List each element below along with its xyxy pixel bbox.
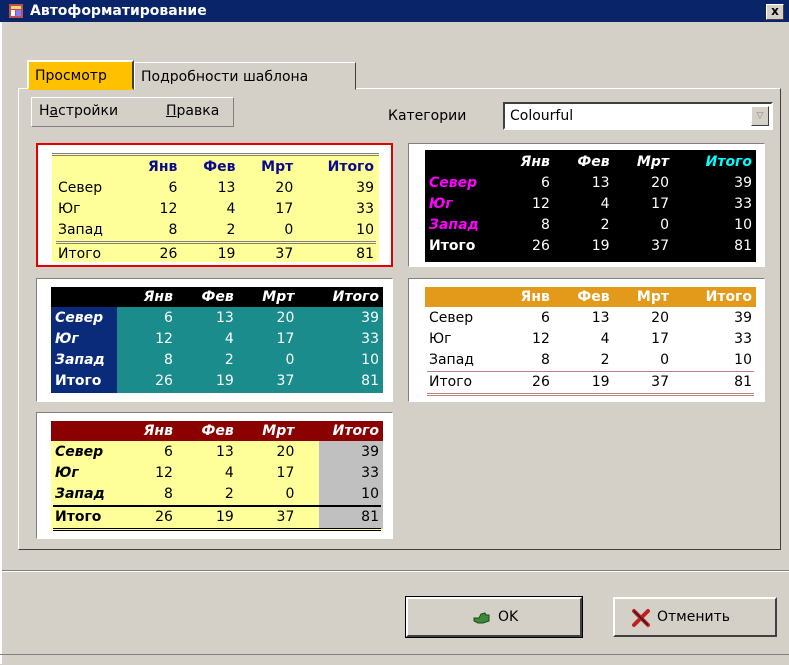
dropdown-arrow-icon[interactable]: ▽	[751, 106, 769, 126]
preview-darkred[interactable]: Янв Фев Мрт Итого Север 6 13 20 39 Юг 12 4 17 33 За…	[36, 412, 393, 539]
cancel-x-icon	[632, 609, 650, 627]
category-label: Категории	[388, 108, 467, 124]
category-select[interactable]: Colourful ▽	[503, 102, 773, 130]
autoformat-icon	[9, 4, 23, 18]
tab-preview-label: Просмотр	[35, 68, 107, 84]
ok-label: OK	[498, 609, 519, 625]
cancel-label: Отменить	[657, 609, 731, 625]
title-bar: Автоформатирование x	[0, 0, 789, 22]
tab-template-details-label: Подробности шаблона	[141, 69, 309, 85]
window-title: Автоформатирование	[30, 3, 207, 19]
separator-highlight	[2, 571, 789, 572]
menu-edit[interactable]: Правка	[166, 103, 219, 119]
ok-hand-icon	[473, 612, 490, 624]
ok-button[interactable]: OK	[405, 596, 583, 638]
status-bar	[0, 654, 789, 665]
tab-template-details[interactable]: Подробности шаблона	[134, 62, 356, 90]
cancel-button[interactable]: Отменить	[613, 597, 777, 637]
preview-orange[interactable]: Янв Фев Мрт Итого Север 6 13 20 39 Юг 12 4 17 33 За…	[408, 278, 765, 402]
category-value: Colourful	[510, 108, 574, 124]
tab-preview[interactable]: Просмотр	[27, 60, 134, 90]
preview-yellow[interactable]: Янв Фев Мрт Итого Север 6 13 20 39 Юг 12 4 17 33 За…	[36, 143, 393, 267]
menu-bar: Настройки Правка	[31, 97, 234, 127]
close-icon: x	[771, 4, 779, 18]
preview-black[interactable]: Янв Фев Мрт Итого Север 6 13 20 39 Юг 12 4 17 33 За…	[408, 143, 765, 267]
preview-teal[interactable]: Янв Фев Мрт Итого Север 6 13 20 39 Юг 12 4 17 33 За…	[36, 278, 393, 402]
menu-settings[interactable]: Настройки	[39, 103, 118, 119]
close-button[interactable]: x	[766, 4, 784, 20]
